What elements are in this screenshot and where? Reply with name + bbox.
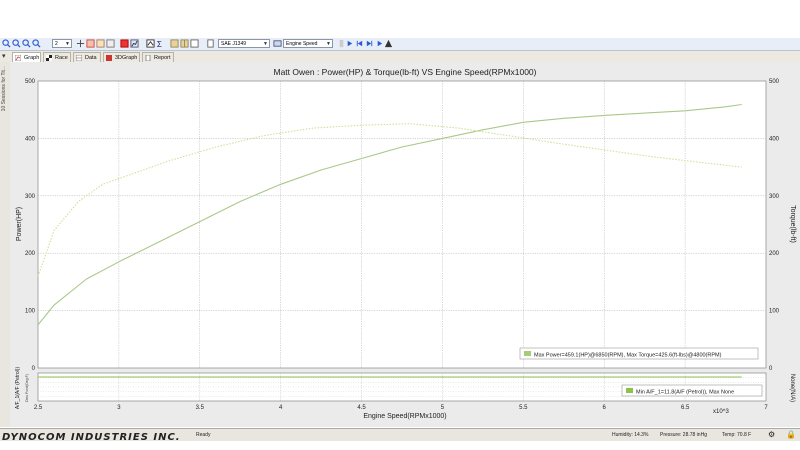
sigma-icon[interactable]: Σ xyxy=(156,39,165,48)
y-tick-label-right: 200 xyxy=(769,251,780,257)
zoom-reset-icon[interactable] xyxy=(22,39,31,48)
layout-icon[interactable] xyxy=(170,39,179,48)
chevron-down-icon: ▼ xyxy=(263,41,268,47)
sidebar-label: 10 Sessions for Tit... xyxy=(1,66,7,112)
main-legend-swatch xyxy=(524,351,531,356)
x-tick-label: 4.5 xyxy=(357,405,366,411)
next-icon[interactable] xyxy=(375,39,384,48)
tab-3dgraph-label: 3DGraph xyxy=(115,55,138,61)
y-tick-label-right: 300 xyxy=(769,194,780,200)
status-temp: Temp: 70.8 F xyxy=(722,432,752,438)
grid-icon[interactable] xyxy=(86,39,95,48)
y-tick-label-left: 200 xyxy=(25,251,36,257)
af-legend-swatch xyxy=(626,388,633,393)
company-logo: DYNOCOM INDUSTRIES INC. xyxy=(2,432,181,443)
x-tick-label: 7 xyxy=(764,405,768,411)
x-tick-label: 6.5 xyxy=(681,405,690,411)
document-icon[interactable] xyxy=(206,39,215,48)
x-ticks: 2.5 3 3.5 4 4.5 5 5.5 6 6.5 7 xyxy=(34,405,769,411)
report-icon xyxy=(145,54,151,62)
y-tick-label-left: 500 xyxy=(25,79,36,85)
zoom-level-value: 2 xyxy=(55,41,58,47)
y-tick-label-right: 100 xyxy=(769,309,780,315)
y-tick-label-right: 500 xyxy=(769,79,780,85)
af-subplot-ylabel-right: None(N/A) xyxy=(789,374,795,402)
tab-race-label: Race xyxy=(55,55,68,61)
y-tick-label-left: 100 xyxy=(25,309,36,315)
status-humidity: Humidity: 14.3% xyxy=(612,432,649,438)
dyno-chart: Matt Owen : Power(HP) & Torque(lb-ft) VS… xyxy=(15,67,796,420)
toolbar: 2 ▼ Σ SAE J1349 ▼ Engine Speed ▼ xyxy=(0,38,800,51)
pin-icon[interactable]: ▾ xyxy=(2,52,6,60)
play-icon[interactable] xyxy=(345,39,354,48)
main-legend-text: Max Power=459.1(HP)@6850(RPM), Max Torqu… xyxy=(534,353,722,359)
x-axis-label: Engine Speed(RPMx1000) xyxy=(363,413,446,420)
y-axis-label-left: Power(HP) xyxy=(16,207,23,241)
tab-report[interactable]: Report xyxy=(142,52,174,62)
skip-end-icon[interactable] xyxy=(365,39,374,48)
tab-data-label: Data xyxy=(85,55,97,61)
svg-text:Σ: Σ xyxy=(157,40,162,48)
y-tick-label-left: 400 xyxy=(25,136,36,142)
zoom-in-icon[interactable] xyxy=(2,39,11,48)
chevron-down-icon: ▼ xyxy=(65,41,70,47)
zoom-fit-icon[interactable] xyxy=(32,39,41,48)
tab-race[interactable]: Race xyxy=(43,52,71,62)
status-bar: DYNOCOM INDUSTRIES INC. Ready Humidity: … xyxy=(0,428,800,443)
zoom-out-icon[interactable] xyxy=(12,39,21,48)
race-flag-icon xyxy=(46,55,52,61)
y-ticks-right: 0 100 200 300 400 500 xyxy=(769,79,780,372)
x-tick-label: 5.5 xyxy=(519,405,528,411)
x-axis-multiplier: x10^3 xyxy=(713,409,729,415)
chart-area: Matt Owen : Power(HP) & Torque(lb-ft) VS… xyxy=(10,62,800,427)
af-legend-text: Min A/F_1=11.8(A/F (Petrol)), Max None xyxy=(636,390,734,396)
tab-graph[interactable]: Graph xyxy=(12,52,41,62)
settings-gear-icon[interactable]: ⚙ xyxy=(768,430,775,439)
x-tick-label: 3.5 xyxy=(196,405,205,411)
y-tick-label-left: 300 xyxy=(25,194,36,200)
x-tick-label: 2.5 xyxy=(34,405,43,411)
zoom-level-select[interactable]: 2 ▼ xyxy=(52,39,72,48)
x-tick-label: 4 xyxy=(279,405,283,411)
tab-report-label: Report xyxy=(154,55,171,61)
copy-icon[interactable] xyxy=(190,39,199,48)
graph-settings-icon[interactable] xyxy=(130,39,139,48)
af-subplot-ylabel-small: Dew Point(Deg.F) xyxy=(25,374,29,402)
x-tick-label: 6 xyxy=(603,405,607,411)
layout-grid-icon[interactable] xyxy=(180,39,189,48)
lock-icon[interactable]: 🔒 xyxy=(786,430,796,439)
tab-graph-label: Graph xyxy=(24,55,40,61)
standard-select[interactable]: SAE J1349 ▼ xyxy=(218,39,270,48)
x-tick-label: 3 xyxy=(117,405,121,411)
af-subplot-ylabel: A/F_1(A/F (Petrol)) xyxy=(15,367,21,410)
y-ticks-left: 0 100 200 300 400 500 xyxy=(25,79,36,372)
skip-start-icon[interactable] xyxy=(355,39,364,48)
status-ready: Ready xyxy=(196,432,211,438)
graph-tab-icon xyxy=(14,54,22,62)
y-tick-label-left: 0 xyxy=(32,366,36,372)
tab-3dgraph[interactable]: 3DGraph xyxy=(103,52,140,62)
y-axis-label-right: Torque(lb-ft) xyxy=(789,205,796,243)
standard-value: SAE J1349 xyxy=(221,41,247,47)
crosshair-icon[interactable] xyxy=(76,39,85,48)
x-tick-label: 5 xyxy=(441,405,445,411)
x-axis-select[interactable]: Engine Speed ▼ xyxy=(283,39,333,48)
axis-icon[interactable] xyxy=(273,39,282,48)
status-pressure: Pressure: 28.78 inHg xyxy=(660,432,707,438)
overlay-icon[interactable] xyxy=(146,39,155,48)
chevron-down-icon: ▼ xyxy=(326,41,331,47)
tab-data[interactable]: Data xyxy=(73,52,101,62)
print-icon[interactable] xyxy=(106,39,115,48)
3d-graph-icon xyxy=(106,55,112,61)
chart-icon[interactable] xyxy=(120,39,129,48)
y-tick-label-right: 0 xyxy=(769,366,773,372)
data-table-icon xyxy=(75,54,83,62)
table-icon[interactable] xyxy=(96,39,105,48)
marker-icon[interactable] xyxy=(384,39,393,48)
chart-title: Matt Owen : Power(HP) & Torque(lb-ft) VS… xyxy=(274,67,537,77)
y-tick-label-right: 400 xyxy=(769,136,780,142)
x-axis-value: Engine Speed xyxy=(286,41,318,47)
